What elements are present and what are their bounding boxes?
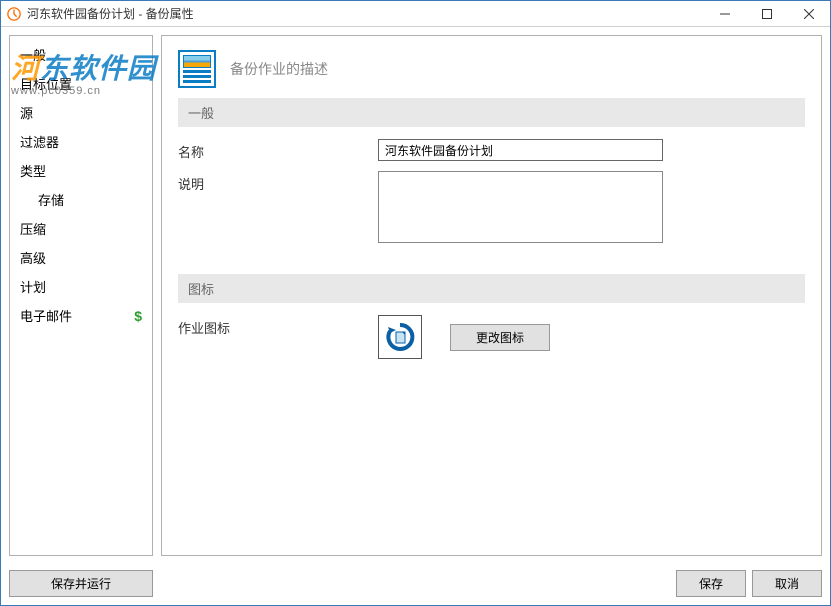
cancel-button[interactable]: 取消	[752, 570, 822, 597]
icon-label: 作业图标	[178, 315, 378, 337]
sidebar-item-compress[interactable]: 压缩	[10, 214, 152, 243]
minimize-button[interactable]	[704, 1, 746, 26]
backup-icon	[384, 321, 416, 353]
save-and-run-button[interactable]: 保存并运行	[9, 570, 153, 597]
window-controls	[704, 1, 830, 26]
sidebar-item-general[interactable]: 一般	[10, 40, 152, 69]
close-button[interactable]	[788, 1, 830, 26]
section-header-icon: 图标	[178, 274, 805, 303]
section-general: 一般 名称 说明	[162, 98, 821, 258]
description-icon	[178, 50, 216, 88]
content-area: 河东软件园 www.pc0359.cn 一般 目标位置 源 过滤器 类型 存储 …	[1, 27, 830, 564]
main-header: 备份作业的描述	[162, 36, 821, 98]
sidebar-item-advanced[interactable]: 高级	[10, 243, 152, 272]
change-icon-button[interactable]: 更改图标	[450, 324, 550, 351]
titlebar: 河东软件园备份计划 - 备份属性	[1, 1, 830, 27]
section-icon: 图标 作业图标 更改图标	[162, 274, 821, 369]
sidebar-item-storage[interactable]: 存储	[10, 185, 152, 214]
main-panel: 备份作业的描述 一般 名称 说明 图标	[161, 35, 822, 556]
sidebar-item-source[interactable]: 源	[10, 98, 152, 127]
sidebar-item-email[interactable]: 电子邮件 $	[10, 301, 152, 330]
name-label: 名称	[178, 139, 378, 161]
section-header-general: 一般	[178, 98, 805, 127]
app-icon	[7, 7, 21, 21]
sidebar-item-type[interactable]: 类型	[10, 156, 152, 185]
desc-textarea[interactable]	[378, 171, 663, 243]
sidebar-item-filter[interactable]: 过滤器	[10, 127, 152, 156]
form-row-icon: 作业图标 更改图标	[178, 315, 805, 359]
sidebar: 一般 目标位置 源 过滤器 类型 存储 压缩 高级 计划 电子邮件 $	[9, 35, 153, 556]
window-title: 河东软件园备份计划 - 备份属性	[27, 5, 704, 22]
maximize-button[interactable]	[746, 1, 788, 26]
form-row-name: 名称	[178, 139, 805, 161]
sidebar-item-target[interactable]: 目标位置	[10, 69, 152, 98]
name-input[interactable]	[378, 139, 663, 161]
window: 河东软件园备份计划 - 备份属性 河东软件园 www.pc0359.cn 一般 …	[0, 0, 831, 606]
sidebar-item-plan[interactable]: 计划	[10, 272, 152, 301]
footer: 保存并运行 保存 取消	[1, 564, 830, 605]
icon-preview	[378, 315, 422, 359]
form-row-desc: 说明	[178, 171, 805, 248]
sidebar-list: 一般 目标位置 源 过滤器 类型 存储 压缩 高级 计划 电子邮件 $	[10, 36, 152, 555]
dollar-icon: $	[134, 308, 142, 324]
desc-label: 说明	[178, 171, 378, 193]
page-title: 备份作业的描述	[230, 59, 328, 79]
save-button[interactable]: 保存	[676, 570, 746, 597]
